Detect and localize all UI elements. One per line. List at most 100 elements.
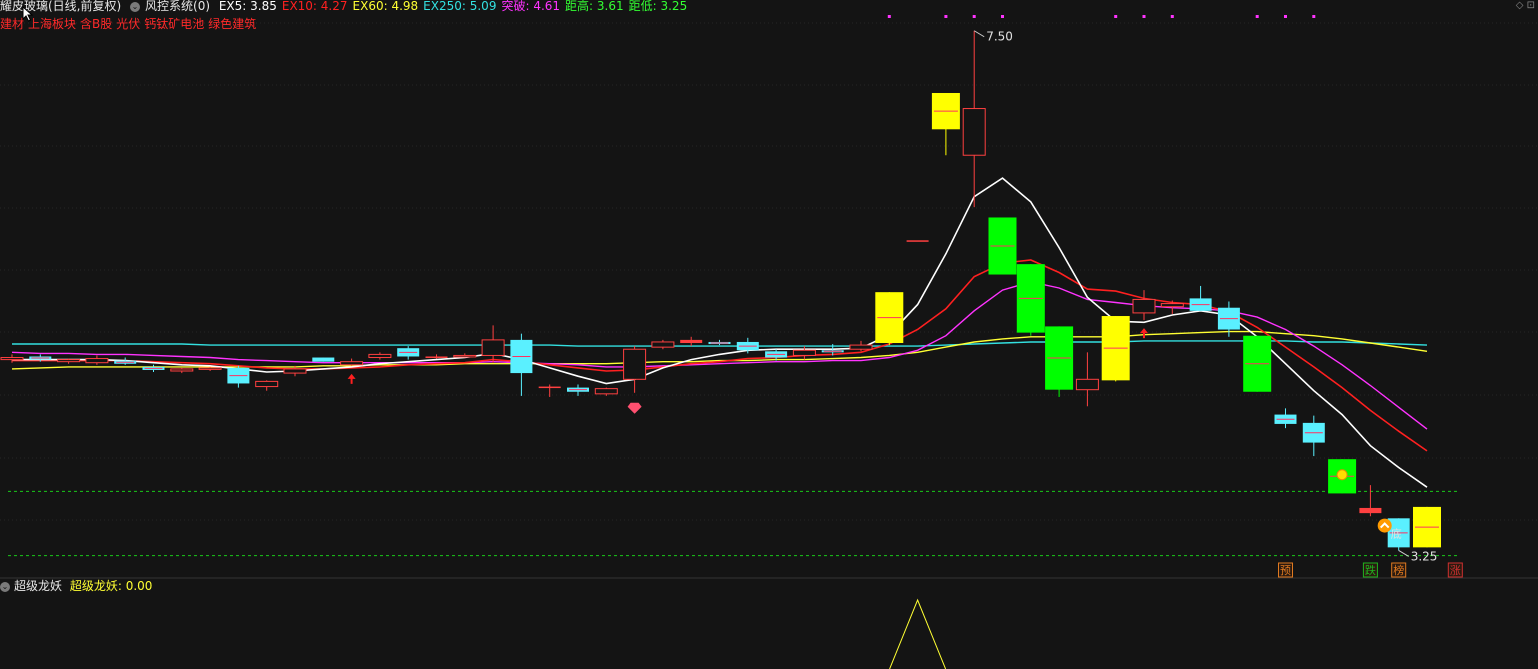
signal-badge-1: 跌 bbox=[1362, 562, 1378, 578]
candle-body-3 bbox=[85, 358, 109, 364]
signal-badge-text-1: 跌 bbox=[1365, 563, 1376, 577]
candle-body-16 bbox=[453, 354, 477, 358]
grid-lines bbox=[0, 22, 1538, 579]
ma-value-6: 距低: 3.25 bbox=[628, 0, 688, 13]
candle-50 bbox=[1413, 506, 1441, 548]
indicator-value: 超级龙妖: 0.00 bbox=[69, 579, 153, 593]
candle-body-9 bbox=[255, 380, 279, 388]
candles bbox=[0, 30, 1441, 551]
signal-dot-6 bbox=[1170, 15, 1174, 18]
candle-body-22 bbox=[623, 348, 647, 380]
low-label: 3.25 bbox=[1411, 549, 1438, 563]
candle-body-28 bbox=[792, 349, 816, 356]
candle-2 bbox=[57, 358, 81, 364]
candle-18 bbox=[510, 333, 533, 396]
candle-body-48 bbox=[1359, 507, 1382, 514]
signal-badge-text-2: 榜 bbox=[1393, 563, 1404, 577]
signal-dot-8 bbox=[1284, 15, 1287, 18]
candle-31 bbox=[875, 292, 904, 346]
signal-dot-7 bbox=[1255, 15, 1259, 18]
moving-averages bbox=[11, 177, 1428, 488]
candle-9 bbox=[255, 380, 279, 391]
ma-line-breakout bbox=[11, 281, 1428, 430]
diamond-icon bbox=[627, 402, 642, 414]
signal-badge-3: 涨 bbox=[1447, 562, 1463, 578]
candle-4 bbox=[114, 357, 137, 365]
kline-chart[interactable]: 7.50 3.25 底预 跌 榜 涨 bbox=[0, 0, 1538, 669]
candle-21 bbox=[594, 387, 618, 396]
settings-diamond-icon[interactable]: ◇ ⊡ bbox=[1516, 0, 1535, 11]
signal-dot-1 bbox=[944, 15, 948, 18]
candle-body-17 bbox=[481, 339, 505, 356]
candle-body-41 bbox=[1160, 303, 1184, 308]
indicator-title[interactable]: 超级龙妖 bbox=[14, 579, 62, 593]
candle-35 bbox=[988, 217, 1017, 275]
candle-body-7 bbox=[198, 367, 222, 370]
stock-name[interactable]: 耀皮玻璃(日线,前复权) bbox=[0, 0, 121, 13]
signal-dot-9 bbox=[1312, 15, 1316, 18]
signal-badge-text-0: 预 bbox=[1280, 564, 1291, 577]
signal-badge-text-3: 涨 bbox=[1450, 564, 1461, 577]
signal-dot-3 bbox=[1001, 15, 1004, 18]
tag-2[interactable]: 含B股 bbox=[80, 17, 112, 31]
candle-body-19 bbox=[538, 386, 561, 389]
yellow-dot-icon bbox=[1336, 469, 1348, 481]
candle-44 bbox=[1243, 335, 1272, 392]
candle-38 bbox=[1075, 352, 1099, 407]
candle-19 bbox=[538, 384, 561, 397]
tag-4[interactable]: 钙钛矿电池 bbox=[144, 17, 204, 31]
buy-arrow-icon-1 bbox=[1140, 328, 1148, 339]
high-label: 7.50 bbox=[986, 30, 1013, 44]
ma-value-2: EX60: 4.98 bbox=[352, 0, 419, 13]
indicator-panel bbox=[889, 598, 947, 669]
candle-25 bbox=[708, 339, 731, 346]
candle-0 bbox=[0, 354, 24, 363]
candle-body-32 bbox=[906, 240, 929, 242]
candle-body-34 bbox=[962, 108, 986, 156]
candle-body-2 bbox=[57, 359, 81, 363]
candle-body-30 bbox=[849, 344, 873, 350]
ma-value-1: EX10: 4.27 bbox=[281, 0, 348, 13]
candle-28 bbox=[792, 346, 816, 360]
candle-12 bbox=[340, 358, 364, 366]
candle-37 bbox=[1045, 326, 1074, 397]
indicator-name[interactable]: 风控系统(0) bbox=[145, 0, 210, 13]
signal-dot-0 bbox=[887, 15, 891, 18]
candle-11 bbox=[312, 357, 335, 362]
bottom-label: 底 bbox=[1391, 527, 1402, 541]
ma-value-0: EX5: 3.85 bbox=[218, 0, 277, 13]
signal-dot-4 bbox=[1114, 15, 1118, 18]
candle-body-40 bbox=[1132, 298, 1156, 314]
candle-46 bbox=[1302, 415, 1325, 457]
candle-body-21 bbox=[594, 388, 618, 395]
ma-value-5: 距高: 3.61 bbox=[565, 0, 624, 13]
candle-34 bbox=[962, 30, 986, 208]
candle-7 bbox=[198, 366, 222, 372]
tag-1[interactable]: 上海板块 bbox=[28, 17, 76, 31]
candle-13 bbox=[368, 352, 392, 360]
signal-dot-5 bbox=[1142, 15, 1146, 18]
candle-14 bbox=[397, 346, 420, 360]
indicator-spike bbox=[889, 598, 947, 669]
concept-tags: 建材 上海板块 含B股 光伏 钙钛矿电池 绿色建筑 bbox=[0, 18, 260, 31]
candle-40 bbox=[1132, 290, 1156, 321]
tag-5[interactable]: 绿色建筑 bbox=[208, 17, 256, 31]
signal-badge-0: 预 bbox=[1278, 562, 1293, 578]
bottom-signal-icon bbox=[1377, 518, 1392, 533]
indicator-toggle-icon[interactable]: ⌄ bbox=[130, 1, 141, 12]
candle-32 bbox=[906, 240, 929, 242]
candle-20 bbox=[567, 384, 589, 396]
candle-48 bbox=[1359, 485, 1382, 517]
candle-body-12 bbox=[340, 361, 364, 366]
candle-body-38 bbox=[1075, 378, 1099, 391]
candle-42 bbox=[1189, 285, 1212, 311]
candle-body-6 bbox=[170, 368, 194, 372]
ma-value-3: EX250: 5.09 bbox=[423, 0, 497, 13]
signal-dot-2 bbox=[972, 15, 976, 18]
indicator-menu-icon[interactable]: ⌄ bbox=[0, 581, 10, 592]
candle-body-24 bbox=[680, 339, 703, 343]
tag-0[interactable]: 建材 bbox=[0, 17, 24, 31]
tag-3[interactable]: 光伏 bbox=[116, 17, 140, 31]
candle-16 bbox=[453, 353, 477, 358]
candle-body-10 bbox=[283, 368, 307, 374]
